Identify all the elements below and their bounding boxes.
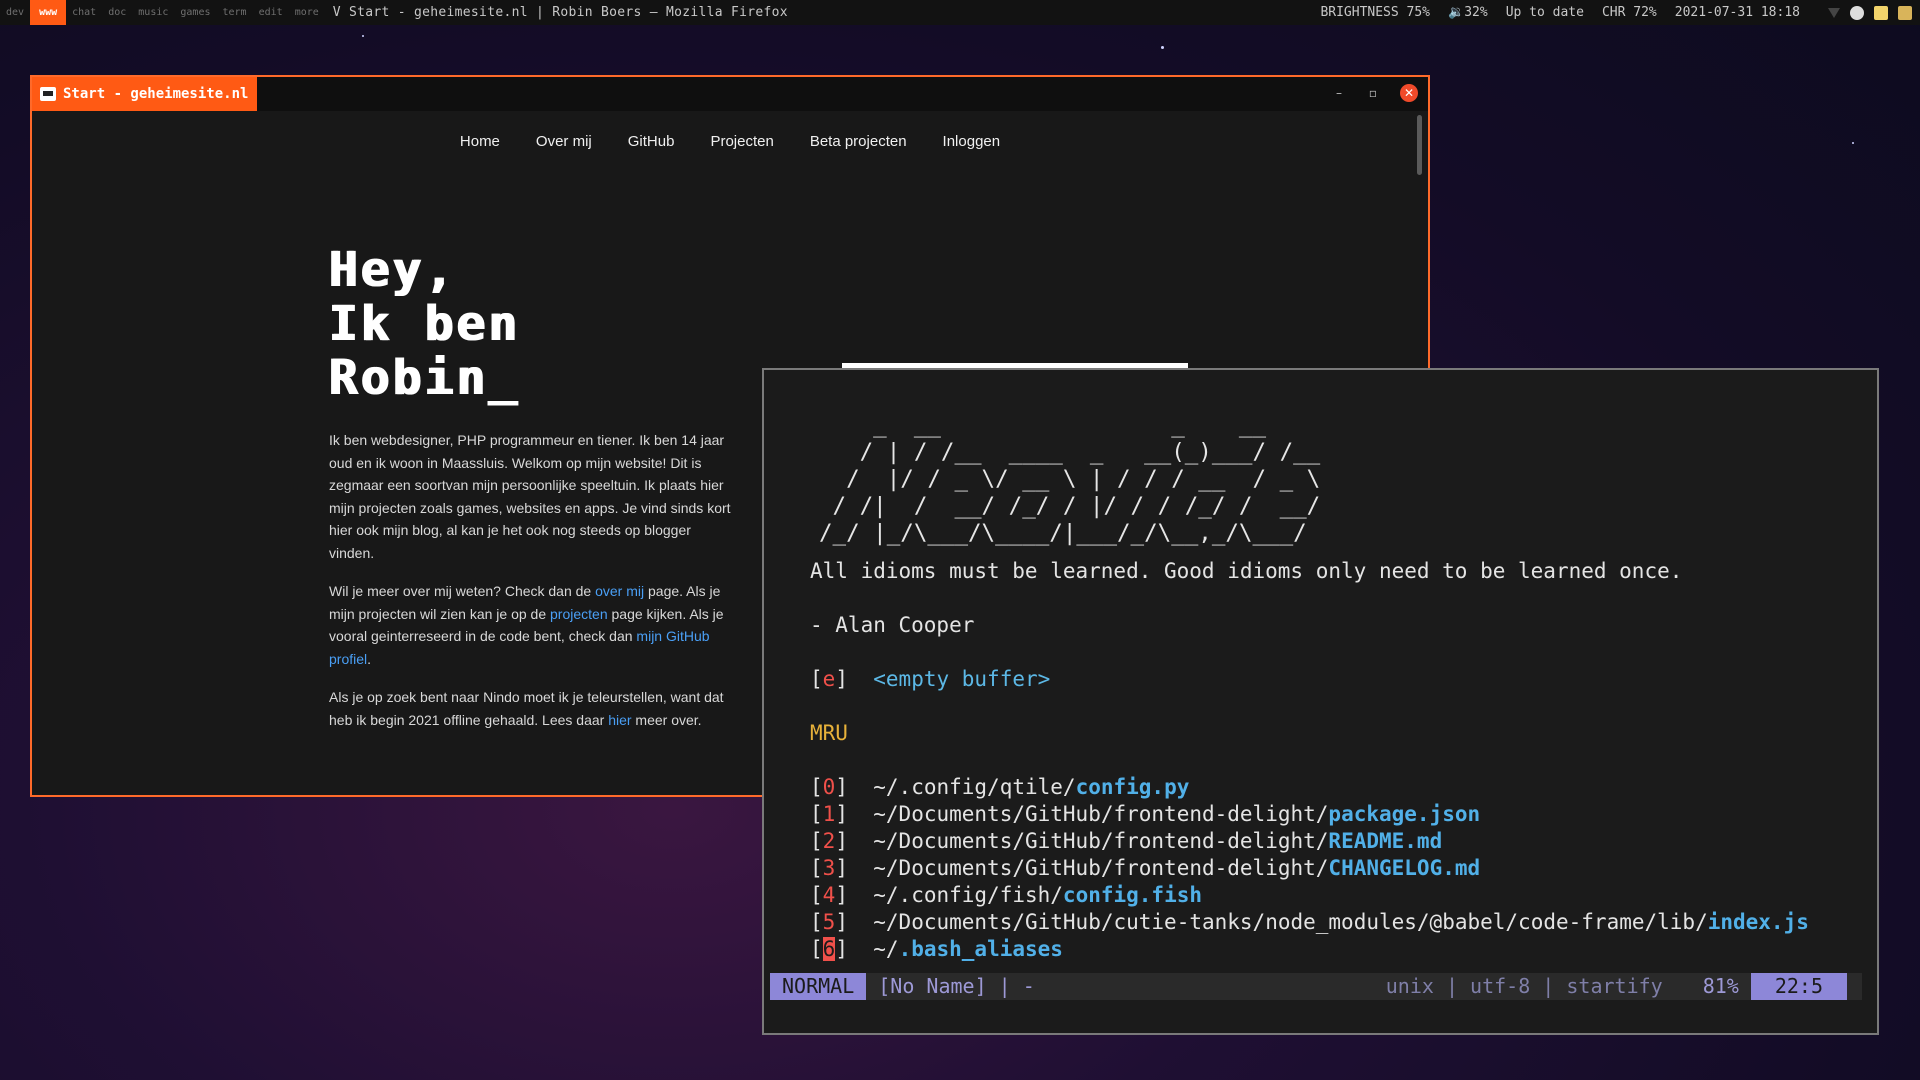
mru-dir: ~/Documents/GitHub/frontend-delight/: [873, 856, 1329, 880]
star-decoration: [1852, 142, 1854, 144]
mru-index: 6: [822, 937, 836, 961]
window-controls: – ▫ ✕: [1332, 84, 1418, 102]
workspace-doc[interactable]: doc: [102, 0, 132, 25]
workspace-dev[interactable]: dev: [0, 0, 30, 25]
statusline-right: unix | utf-8 | startify 81% 22:5: [1386, 973, 1862, 1000]
mru-dir: ~/.config/fish/: [873, 883, 1063, 907]
nav-projecten[interactable]: Projecten: [710, 133, 773, 150]
nav-inloggen[interactable]: Inloggen: [943, 133, 1001, 150]
mru-index: 4: [822, 883, 836, 907]
workspace-more[interactable]: more: [289, 0, 325, 25]
mru-file: config.py: [1075, 775, 1190, 799]
vim-statusline: NORMAL [No Name] | - unix | utf-8 | star…: [770, 973, 1862, 1000]
mru-item[interactable]: [6] ~/.bash_aliases: [810, 937, 1063, 961]
nav-home[interactable]: Home: [460, 133, 500, 150]
mru-index: 1: [822, 802, 836, 826]
mru-index: 5: [822, 910, 836, 934]
terminal-window: _ __ _ __ / | / /__ ____ _ __(_)___/ /__…: [762, 368, 1879, 1035]
wifi-icon[interactable]: [1828, 7, 1840, 18]
site-favicon-icon: [40, 87, 56, 101]
window-title: V Start - geheimesite.nl | Robin Boers —…: [332, 5, 788, 20]
mru-dir: ~/Documents/GitHub/frontend-delight/: [873, 829, 1329, 853]
mru-heading: MRU: [810, 721, 848, 745]
clipboard-icon[interactable]: [1898, 5, 1912, 20]
status-circle-icon[interactable]: [1850, 5, 1864, 20]
hero-line: Ik ben: [328, 296, 520, 352]
notes-icon[interactable]: [1874, 5, 1888, 20]
nav-over-mij[interactable]: Over mij: [536, 133, 592, 150]
workspace-chat[interactable]: chat: [66, 0, 102, 25]
projecten-link[interactable]: projecten: [550, 606, 608, 622]
mru-dir: ~/: [873, 937, 899, 961]
site-nav: Home Over mij GitHub Projecten Beta proj…: [32, 133, 1428, 150]
mru-dir: ~/Documents/GitHub/frontend-delight/: [873, 802, 1329, 826]
volume-status[interactable]: 🔉32%: [1448, 5, 1488, 20]
nav-beta-projecten[interactable]: Beta projecten: [810, 133, 907, 150]
mru-dir: ~/Documents/GitHub/cutie-tanks/node_modu…: [873, 910, 1708, 934]
workspace-edit[interactable]: edit: [253, 0, 289, 25]
workspace-games[interactable]: games: [174, 0, 216, 25]
nav-github[interactable]: GitHub: [628, 133, 675, 150]
close-button[interactable]: ✕: [1400, 84, 1418, 102]
file-info: unix | utf-8 | startify: [1385, 974, 1663, 998]
browser-tab[interactable]: Start - geheimesite.nl: [32, 77, 257, 111]
over-mij-link[interactable]: over mij: [595, 583, 644, 599]
mru-index: 2: [822, 829, 836, 853]
mru-item[interactable]: [1] ~/Documents/GitHub/frontend-delight/…: [810, 802, 1480, 826]
mru-file: README.md: [1328, 829, 1443, 853]
intro-paragraph: Ik ben webdesigner, PHP programmeur en t…: [329, 432, 731, 561]
mru-item[interactable]: [2] ~/Documents/GitHub/frontend-delight/…: [810, 829, 1442, 853]
hero-heading: Hey, Ik ben Robin_: [328, 243, 519, 405]
mru-item[interactable]: [0] ~/.config/qtile/config.py: [810, 775, 1189, 799]
brightness-status: BRIGHTNESS 75%: [1320, 5, 1431, 20]
clock: 2021-07-31 18:18: [1674, 5, 1800, 20]
scroll-percent: 81%: [1702, 974, 1739, 998]
mru-file: CHANGELOG.md: [1328, 856, 1481, 880]
mru-index: 0: [822, 775, 836, 799]
mru-dir: ~/.config/qtile/: [873, 775, 1076, 799]
cursor-position: 22:5: [1750, 973, 1847, 1000]
battery-status: CHR 72%: [1601, 5, 1657, 20]
tab-title: Start - geheimesite.nl: [63, 86, 249, 102]
hier-link[interactable]: hier: [608, 712, 631, 728]
mru-item[interactable]: [3] ~/Documents/GitHub/frontend-delight/…: [810, 856, 1480, 880]
workspace-www[interactable]: www: [30, 0, 67, 25]
top-bar: dev www chat doc music games term edit m…: [0, 0, 1920, 25]
buffer-name: [No Name] | -: [878, 974, 1035, 998]
maximize-button[interactable]: ▫: [1366, 86, 1380, 100]
star-decoration: [1161, 46, 1164, 49]
update-status: Up to date: [1505, 5, 1584, 20]
mru-item[interactable]: [5] ~/Documents/GitHub/cutie-tanks/node_…: [810, 910, 1809, 934]
mru-file: .bash_aliases: [898, 937, 1063, 961]
mru-index: 3: [822, 856, 836, 880]
text-segment: meer over.: [631, 711, 702, 728]
minimize-button[interactable]: –: [1332, 86, 1346, 100]
intro-text: Ik ben webdesigner, PHP programmeur en t…: [329, 429, 735, 747]
hero-line: Robin_: [328, 350, 520, 406]
neovide-ascii-banner: _ __ _ __ / | / /__ ____ _ __(_)___/ /__…: [819, 412, 1321, 546]
workspace-term[interactable]: term: [217, 0, 253, 25]
mru-file: config.fish: [1062, 883, 1202, 907]
empty-buffer-item[interactable]: [e] <empty buffer>: [810, 667, 1050, 691]
nindo-paragraph: Als je op zoek bent naar Nindo moet ik j…: [329, 686, 735, 731]
empty-buffer-label: <empty buffer>: [873, 667, 1051, 691]
text-segment: .: [367, 650, 372, 667]
about-paragraph: Wil je meer over mij weten? Check dan de…: [329, 580, 735, 670]
quote-author: - Alan Cooper: [810, 613, 975, 637]
vim-mode: NORMAL: [770, 973, 867, 1000]
page-scrollbar[interactable]: [1417, 115, 1422, 175]
text-segment: Wil je meer over mij weten? Check dan de: [329, 583, 596, 599]
workspace-music[interactable]: music: [132, 0, 174, 25]
browser-titlebar: Start - geheimesite.nl – ▫ ✕: [32, 77, 1428, 111]
hero-line: Hey,: [328, 242, 456, 298]
status-widgets: BRIGHTNESS 75% 🔉32% Up to date CHR 72% 2…: [1320, 5, 1920, 20]
empty-buffer-key: e: [822, 667, 836, 691]
star-decoration: [362, 35, 364, 37]
mru-file: index.js: [1707, 910, 1809, 934]
mru-item[interactable]: [4] ~/.config/fish/config.fish: [810, 883, 1202, 907]
quote-text: All idioms must be learned. Good idioms …: [810, 559, 1683, 583]
mru-file: package.json: [1328, 802, 1481, 826]
